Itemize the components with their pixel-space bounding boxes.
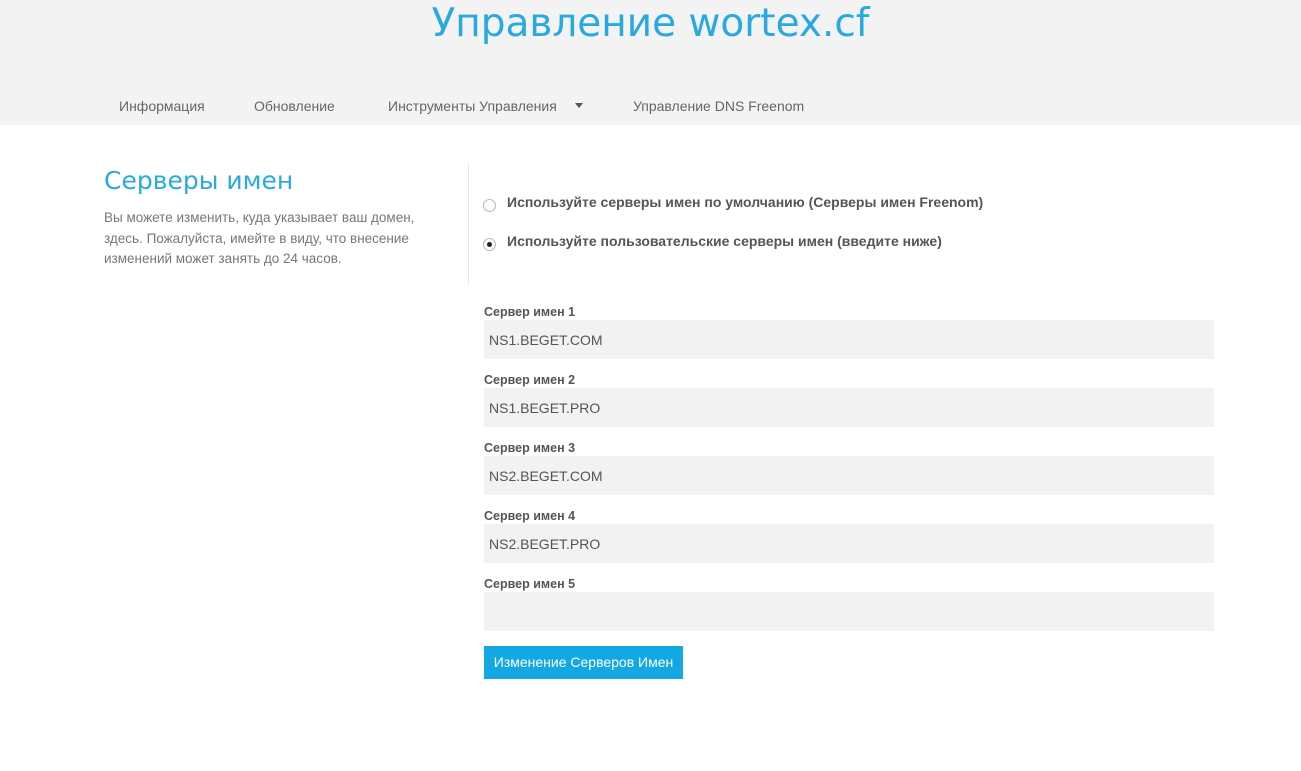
nameserver-5-input[interactable] (484, 592, 1214, 631)
nameserver-2-label: Сервер имен 2 (484, 373, 576, 387)
caret-down-icon (575, 103, 583, 108)
nameserver-4-label: Сервер имен 4 (484, 509, 576, 523)
section-title: Серверы имен (104, 166, 294, 195)
nav-item-dns-management[interactable]: Управление DNS Freenom (633, 87, 804, 125)
nameserver-3-label: Сервер имен 3 (484, 441, 576, 455)
nameserver-1-label: Сервер имен 1 (484, 305, 576, 319)
change-nameservers-button[interactable]: Изменение Серверов Имен (484, 646, 683, 679)
nameserver-3-input[interactable] (484, 456, 1214, 495)
vertical-divider (468, 164, 469, 284)
header: Управление wortex.cf Информация Обновлен… (0, 0, 1301, 125)
default-nameservers-radio[interactable] (483, 199, 496, 212)
nameserver-1-input[interactable] (484, 320, 1214, 359)
nav-item-management-tools-label: Инструменты Управления (388, 98, 557, 114)
nameserver-5-label: Сервер имен 5 (484, 577, 576, 591)
nameserver-2-input[interactable] (484, 388, 1214, 427)
nav-item-info[interactable]: Информация (119, 87, 205, 125)
nav-item-upgrade[interactable]: Обновление (254, 87, 335, 125)
nav-item-management-tools[interactable]: Инструменты Управления (388, 87, 588, 125)
custom-nameservers-label[interactable]: Используйте пользовательские серверы име… (507, 231, 942, 251)
custom-nameservers-radio[interactable] (483, 238, 496, 251)
page-title: Управление wortex.cf (431, 1, 870, 46)
nameserver-4-input[interactable] (484, 524, 1214, 563)
default-nameservers-label[interactable]: Используйте серверы имен по умолчанию (С… (507, 192, 983, 212)
section-description: Вы можете изменить, куда указывает ваш д… (104, 210, 415, 266)
main-nav: Информация Обновление Инструменты Управл… (0, 87, 1301, 125)
